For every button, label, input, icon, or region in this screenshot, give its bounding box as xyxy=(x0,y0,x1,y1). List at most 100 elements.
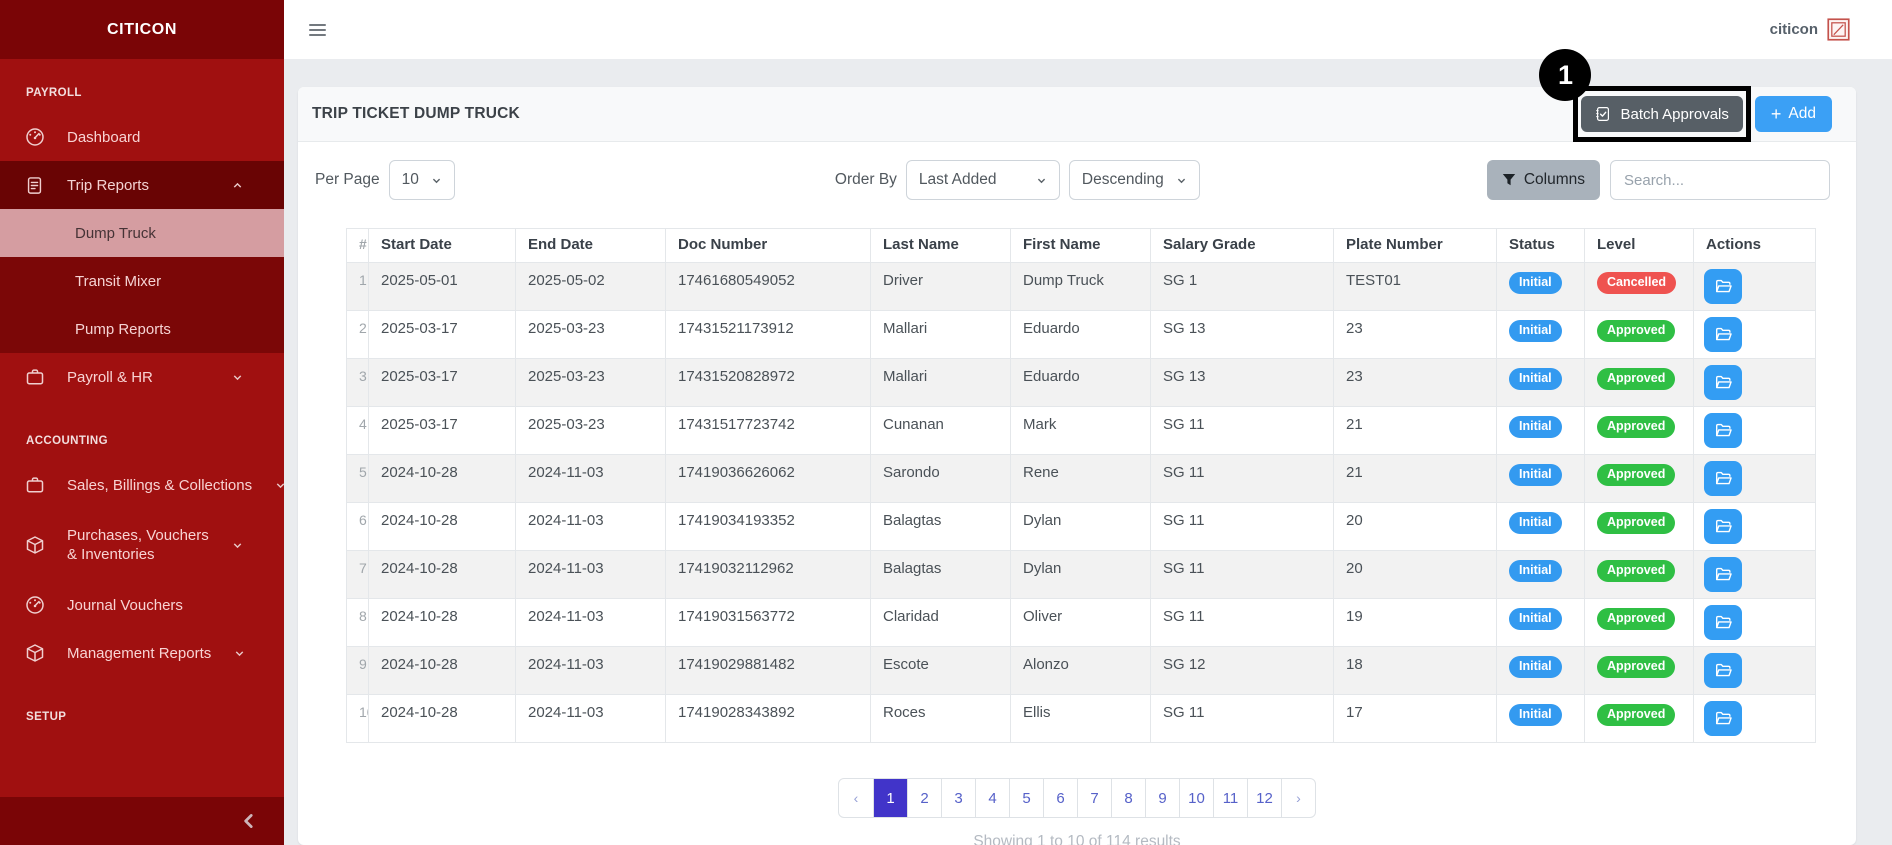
sidebar-item-dump-truck[interactable]: Dump Truck xyxy=(0,209,284,257)
sidebar-item-pump-reports[interactable]: Pump Reports xyxy=(0,305,284,353)
sidebar-item-transit-mixer[interactable]: Transit Mixer xyxy=(0,257,284,305)
column-header-first-name: First Name xyxy=(1011,229,1151,263)
sidebar-logo-bar[interactable]: CITICON xyxy=(0,0,284,59)
cell-plate-number: 20 xyxy=(1334,503,1497,551)
open-record-button[interactable] xyxy=(1704,653,1742,688)
open-record-button[interactable] xyxy=(1704,557,1742,592)
sidebar-item-label: Management Reports xyxy=(67,645,211,662)
sidebar-collapse-button[interactable] xyxy=(240,812,258,830)
open-record-button[interactable] xyxy=(1704,509,1742,544)
briefcase-icon xyxy=(24,475,45,496)
pagination-next[interactable]: › xyxy=(1281,779,1315,817)
per-page-select[interactable]: 10 xyxy=(389,160,455,200)
add-button[interactable]: + Add xyxy=(1755,96,1832,132)
column-header-plate-number: Plate Number xyxy=(1334,229,1497,263)
pagination-page-7[interactable]: 7 xyxy=(1077,779,1111,817)
open-record-button[interactable] xyxy=(1704,461,1742,496)
folder-open-icon xyxy=(1715,326,1732,343)
cell-first-name: Dump Truck xyxy=(1011,263,1151,311)
open-record-button[interactable] xyxy=(1704,605,1742,640)
sidebar-item-trip-reports[interactable]: Trip Reports xyxy=(0,161,284,209)
pagination-page-12[interactable]: 12 xyxy=(1247,779,1281,817)
sidebar-item-purchases-vouchers-inventories[interactable]: Purchases, Vouchers & Inventories xyxy=(0,509,284,581)
search-input[interactable] xyxy=(1610,160,1830,200)
cell-last-name: Driver xyxy=(871,263,1011,311)
pagination-page-2[interactable]: 2 xyxy=(907,779,941,817)
sidebar-item-dashboard[interactable]: Dashboard xyxy=(0,113,284,161)
sidebar-item-label: Dump Truck xyxy=(75,225,156,242)
cell-row-number: 2 xyxy=(347,311,369,359)
cell-last-name: Mallari xyxy=(871,359,1011,407)
open-record-button[interactable] xyxy=(1704,317,1742,352)
pagination-page-8[interactable]: 8 xyxy=(1111,779,1145,817)
file-text-icon xyxy=(24,175,45,196)
open-record-button[interactable] xyxy=(1704,701,1742,736)
sidebar-item-journal-vouchers[interactable]: Journal Vouchers xyxy=(0,581,284,629)
sidebar-item-label: Payroll & HR xyxy=(67,369,153,386)
cell-level: Approved xyxy=(1585,551,1694,599)
open-record-button[interactable] xyxy=(1704,365,1742,400)
pagination-page-4[interactable]: 4 xyxy=(975,779,1009,817)
chevron-up-icon xyxy=(231,179,244,192)
cell-row-number: 5 xyxy=(347,455,369,503)
pagination-page-6[interactable]: 6 xyxy=(1043,779,1077,817)
level-badge: Approved xyxy=(1597,464,1675,486)
cell-start-date: 2025-03-17 xyxy=(369,407,516,455)
table-row: 4 2025-03-17 2025-03-23 17431517723742 C… xyxy=(347,407,1816,455)
cell-start-date: 2025-03-17 xyxy=(369,311,516,359)
add-label: Add xyxy=(1788,105,1816,123)
open-record-button[interactable] xyxy=(1704,269,1742,304)
table-row: 5 2024-10-28 2024-11-03 17419036626062 S… xyxy=(347,455,1816,503)
hamburger-menu-icon[interactable] xyxy=(307,20,328,40)
user-menu[interactable]: citicon xyxy=(1770,18,1850,41)
pagination-page-9[interactable]: 9 xyxy=(1145,779,1179,817)
status-badge: Initial xyxy=(1509,368,1562,390)
level-badge: Approved xyxy=(1597,608,1675,630)
column-header-status: Status xyxy=(1497,229,1585,263)
pagination-page-11[interactable]: 11 xyxy=(1213,779,1247,817)
sort-direction-select[interactable]: Descending xyxy=(1069,160,1200,200)
cell-start-date: 2024-10-28 xyxy=(369,599,516,647)
cell-actions xyxy=(1694,407,1816,455)
cell-status: Initial xyxy=(1497,407,1585,455)
columns-button[interactable]: Columns xyxy=(1487,160,1600,200)
level-badge: Approved xyxy=(1597,656,1675,678)
box-icon xyxy=(24,643,45,664)
pagination-page-5[interactable]: 5 xyxy=(1009,779,1043,817)
status-badge: Initial xyxy=(1509,608,1562,630)
order-by-select[interactable]: Last Added xyxy=(906,160,1060,200)
pagination-page-3[interactable]: 3 xyxy=(941,779,975,817)
status-badge: Initial xyxy=(1509,320,1562,342)
status-badge: Initial xyxy=(1509,416,1562,438)
topbar: citicon xyxy=(284,0,1892,59)
sidebar-item-management-reports[interactable]: Management Reports xyxy=(0,629,284,677)
cell-first-name: Eduardo xyxy=(1011,359,1151,407)
folder-open-icon xyxy=(1715,614,1732,631)
cell-level: Approved xyxy=(1585,359,1694,407)
cell-plate-number: 21 xyxy=(1334,407,1497,455)
column-header-level: Level xyxy=(1585,229,1694,263)
cell-plate-number: 17 xyxy=(1334,695,1497,743)
status-badge: Initial xyxy=(1509,272,1562,294)
cell-end-date: 2024-11-03 xyxy=(516,647,666,695)
sidebar-item-payroll-hr[interactable]: Payroll & HR xyxy=(0,353,284,401)
pagination-page-1[interactable]: 1 xyxy=(873,779,907,817)
pagination-prev[interactable]: ‹ xyxy=(839,779,873,817)
column-header-actions: Actions xyxy=(1694,229,1816,263)
column-header-start-date: Start Date xyxy=(369,229,516,263)
status-badge: Initial xyxy=(1509,464,1562,486)
open-record-button[interactable] xyxy=(1704,413,1742,448)
cell-status: Initial xyxy=(1497,263,1585,311)
pagination-page-10[interactable]: 10 xyxy=(1179,779,1213,817)
per-page-value: 10 xyxy=(402,171,419,189)
per-page-group: Per Page 10 xyxy=(315,160,455,200)
results-summary: Showing 1 to 10 of 114 results xyxy=(298,833,1856,845)
cell-doc-number: 17419031563772 xyxy=(666,599,871,647)
section-label-setup: SETUP xyxy=(0,677,284,737)
sidebar-item-sales-billings-collections[interactable]: Sales, Billings & Collections xyxy=(0,461,284,509)
order-by-group: Order By Last Added Descending xyxy=(835,160,1200,200)
batch-approvals-button[interactable]: Batch Approvals xyxy=(1581,96,1742,132)
level-badge: Approved xyxy=(1597,320,1675,342)
cell-last-name: Claridad xyxy=(871,599,1011,647)
status-badge: Initial xyxy=(1509,512,1562,534)
